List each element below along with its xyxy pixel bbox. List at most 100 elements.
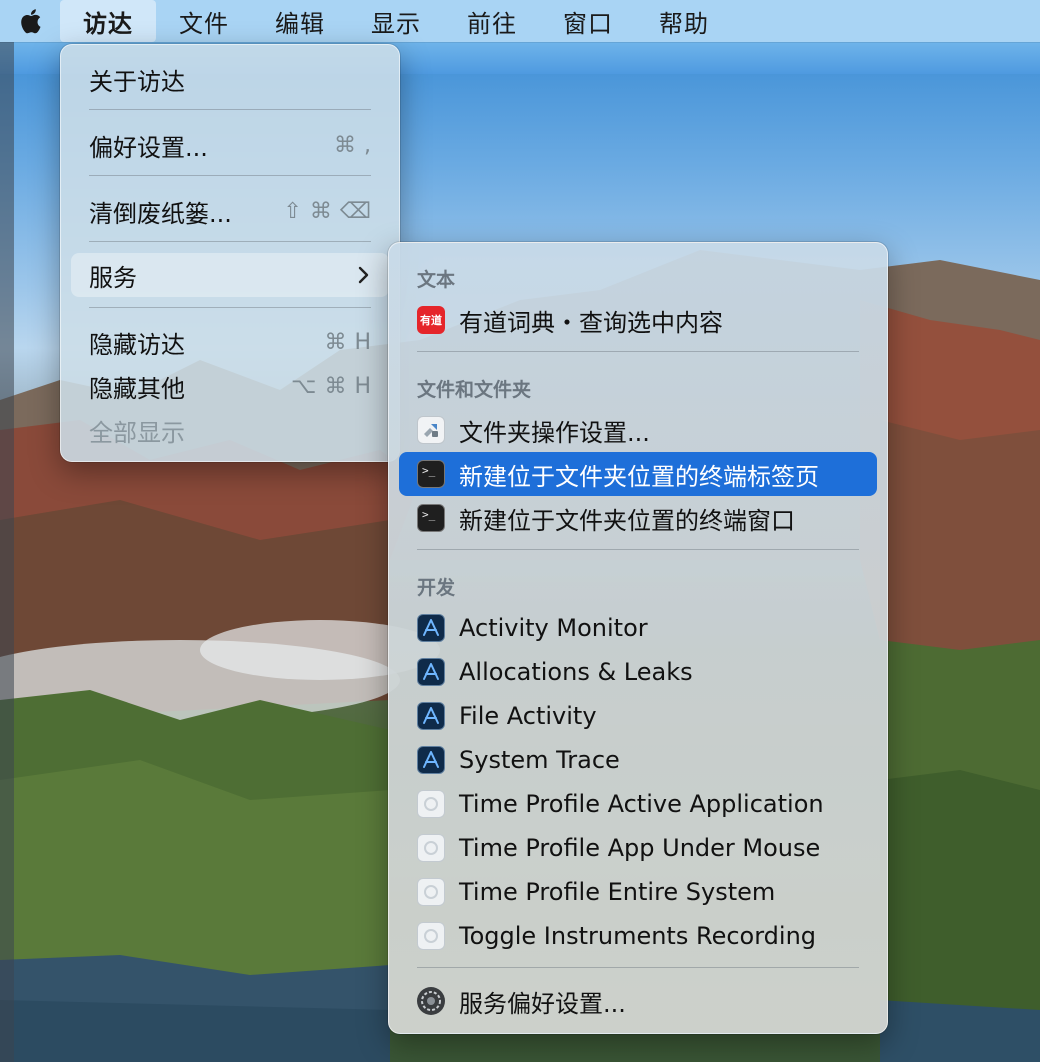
instruments-glyph — [423, 707, 439, 724]
service-item-file-activity[interactable]: File Activity — [399, 694, 877, 738]
service-item-new-terminal-window[interactable]: >_ 新建位于文件夹位置的终端窗口 — [399, 496, 877, 540]
menu-item-preferences[interactable]: 偏好设置... ⌘ , — [71, 123, 389, 167]
youdao-dictionary-icon: 有道 — [417, 306, 445, 334]
menu-item-label: System Trace — [459, 746, 620, 774]
service-item-activity-monitor[interactable]: Activity Monitor — [399, 606, 877, 650]
service-generic-icon — [417, 878, 445, 906]
h-key: H — [354, 373, 371, 399]
finder-menu: 关于访达 偏好设置... ⌘ , 清倒废纸篓... ⇧ ⌘ ⌫ 服务 隐藏访达 … — [60, 44, 400, 462]
shift-key-icon: ⇧ — [283, 198, 302, 224]
instruments-glyph — [423, 619, 439, 636]
keyboard-shortcut: ⌘ H — [324, 330, 371, 355]
comma-key: , — [364, 132, 371, 158]
menu-item-label: Time Profile App Under Mouse — [459, 834, 821, 862]
menu-item-show-all: 全部显示 — [71, 408, 389, 452]
service-item-system-trace[interactable]: System Trace — [399, 738, 877, 782]
delete-key-icon: ⌫ — [339, 198, 371, 224]
menu-separator — [417, 351, 859, 352]
menu-separator — [89, 241, 371, 242]
desktop-edge — [0, 42, 14, 1062]
terminal-icon: >_ — [417, 460, 445, 488]
menubar-help[interactable]: 帮助 — [636, 0, 732, 42]
h-key: H — [354, 329, 371, 355]
section-header-text: 文本 — [417, 269, 456, 291]
service-generic-glyph — [424, 929, 438, 943]
gear-icon — [417, 987, 445, 1015]
menu-item-empty-trash[interactable]: 清倒废纸篓... ⇧ ⌘ ⌫ — [71, 189, 389, 233]
service-item-time-profile-app-under-mouse[interactable]: Time Profile App Under Mouse — [399, 826, 877, 870]
option-key-icon: ⌥ — [291, 373, 317, 399]
menu-item-label: 有道词典・查询选中内容 — [459, 308, 723, 337]
folder-actions-glyph — [424, 424, 438, 437]
menu-item-label: 隐藏其他 — [89, 374, 185, 403]
menu-item-hide-others[interactable]: 隐藏其他 ⌥ ⌘ H — [71, 364, 389, 408]
menu-separator — [89, 175, 371, 176]
menu-item-label: 偏好设置... — [89, 133, 208, 162]
instruments-icon — [417, 658, 445, 686]
service-item-time-profile-entire-system[interactable]: Time Profile Entire System — [399, 870, 877, 914]
menu-item-label: Time Profile Entire System — [459, 878, 776, 906]
service-generic-icon — [417, 922, 445, 950]
service-generic-icon — [417, 790, 445, 818]
menu-item-label: 清倒废纸篓... — [89, 199, 232, 228]
keyboard-shortcut: ⌥ ⌘ H — [291, 374, 371, 399]
menu-item-label: 隐藏访达 — [89, 330, 185, 359]
service-item-services-preferences[interactable]: 服务偏好设置... — [399, 979, 877, 1023]
service-item-time-profile-active-app[interactable]: Time Profile Active Application — [399, 782, 877, 826]
instruments-icon — [417, 746, 445, 774]
menu-item-label: File Activity — [459, 702, 597, 730]
service-item-allocations-leaks[interactable]: Allocations & Leaks — [399, 650, 877, 694]
section-header-dev: 开发 — [417, 577, 456, 599]
menubar-window[interactable]: 窗口 — [540, 0, 636, 42]
menu-item-hide-finder[interactable]: 隐藏访达 ⌘ H — [71, 320, 389, 364]
apple-menu[interactable] — [0, 0, 60, 42]
menu-item-label: 关于访达 — [89, 67, 185, 96]
service-generic-glyph — [424, 885, 438, 899]
apple-icon — [21, 9, 41, 34]
terminal-icon: >_ — [417, 504, 445, 532]
command-key-icon: ⌘ — [309, 198, 332, 224]
command-key-icon: ⌘ — [324, 329, 347, 355]
section-header-files: 文件和文件夹 — [417, 379, 532, 401]
menu-item-label: Allocations & Leaks — [459, 658, 693, 686]
command-key-icon: ⌘ — [334, 132, 356, 158]
menu-bar: 访达 文件 编辑 显示 前往 窗口 帮助 — [0, 0, 1040, 42]
services-submenu: 文本 有道 有道词典・查询选中内容 文件和文件夹 文件夹操作设置... >_ 新… — [388, 242, 888, 1034]
gear-glyph — [421, 991, 441, 1011]
menu-item-label: 全部显示 — [89, 418, 185, 447]
instruments-icon — [417, 614, 445, 642]
menu-item-services[interactable]: 服务 — [71, 253, 389, 297]
instruments-glyph — [423, 751, 439, 768]
keyboard-shortcut: ⇧ ⌘ ⌫ — [283, 199, 371, 224]
menubar-file[interactable]: 文件 — [156, 0, 252, 42]
menu-separator — [417, 549, 859, 550]
service-item-toggle-instruments-recording[interactable]: Toggle Instruments Recording — [399, 914, 877, 958]
service-generic-glyph — [424, 797, 438, 811]
menu-item-label: Toggle Instruments Recording — [459, 922, 817, 950]
instruments-icon — [417, 702, 445, 730]
menu-item-label: 新建位于文件夹位置的终端窗口 — [459, 506, 795, 535]
keyboard-shortcut: ⌘ , — [334, 133, 371, 158]
command-key-icon: ⌘ — [324, 373, 347, 399]
menu-separator — [417, 967, 859, 968]
instruments-glyph — [423, 663, 439, 680]
service-generic-icon — [417, 834, 445, 862]
menubar-go[interactable]: 前往 — [444, 0, 540, 42]
chevron-right-icon — [358, 266, 369, 284]
service-item-new-terminal-tab[interactable]: >_ 新建位于文件夹位置的终端标签页 — [399, 452, 877, 496]
menubar-edit[interactable]: 编辑 — [252, 0, 348, 42]
service-item-youdao-lookup[interactable]: 有道 有道词典・查询选中内容 — [399, 298, 877, 342]
menu-separator — [89, 109, 371, 110]
menu-item-label: 服务 — [89, 263, 137, 292]
menu-item-about-finder[interactable]: 关于访达 — [71, 57, 389, 101]
menu-item-label: Time Profile Active Application — [459, 790, 824, 818]
menubar-view[interactable]: 显示 — [348, 0, 444, 42]
folder-actions-icon — [417, 416, 445, 444]
menu-item-label: 文件夹操作设置... — [459, 418, 650, 447]
menu-item-label: 服务偏好设置... — [459, 989, 626, 1018]
menu-separator — [89, 307, 371, 308]
menu-item-label: 新建位于文件夹位置的终端标签页 — [459, 462, 819, 491]
service-generic-glyph — [424, 841, 438, 855]
menubar-finder[interactable]: 访达 — [60, 0, 156, 42]
service-item-folder-actions[interactable]: 文件夹操作设置... — [399, 408, 877, 452]
